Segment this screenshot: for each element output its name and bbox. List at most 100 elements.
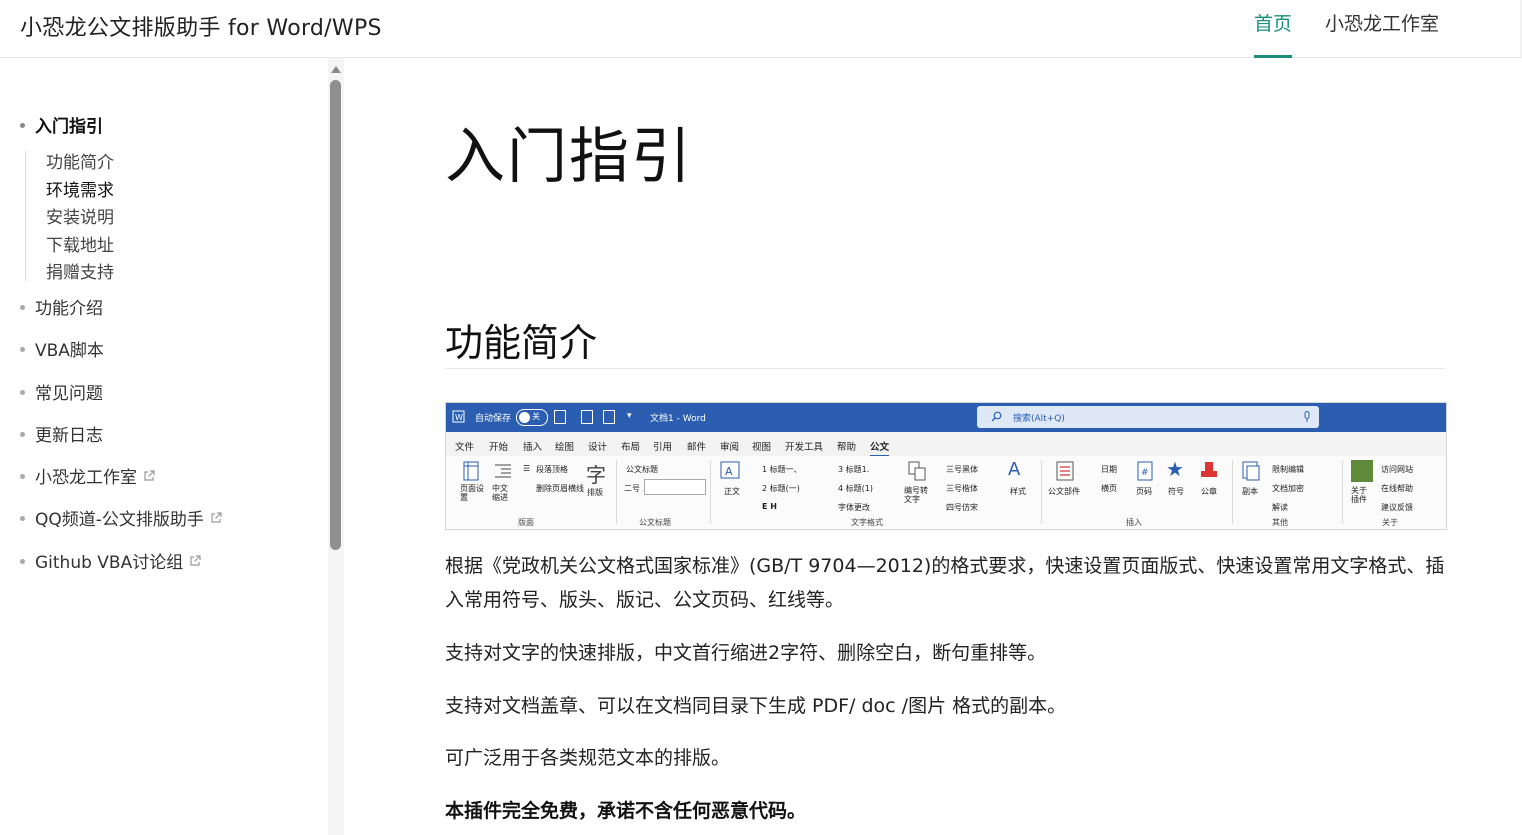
tab-help[interactable]: 帮助 [837, 439, 856, 453]
group-divider [1342, 460, 1343, 524]
word-titlebar: W 自动保存 关 ▾ 文档1 - Word 搜索(Alt+Q) [446, 403, 1446, 432]
document-title: 文档1 - Word [650, 414, 706, 424]
sidebar-subitem-install[interactable]: 安装说明 [46, 203, 114, 228]
sidebar-item-studio[interactable]: 小恐龙工作室 [20, 463, 155, 488]
style-button[interactable]: 样式 [1010, 486, 1026, 497]
ribbon-tabs: 文件 开始 插入 绘图 设计 布局 引用 邮件 审阅 视图 开发工具 帮助 公文 [446, 432, 1446, 457]
stamp-button[interactable]: 公章 [1201, 486, 1217, 497]
sidebar-scroll-thumb[interactable] [330, 80, 341, 550]
sidebar-item-getting-started[interactable]: 入门指引 [20, 112, 103, 137]
save-icon[interactable] [554, 410, 566, 424]
external-link-icon [190, 555, 201, 566]
open-doc-icon[interactable] [603, 410, 615, 424]
stamp-icon [1201, 462, 1217, 477]
visit-site-button[interactable]: 访问网站 [1381, 464, 1413, 475]
bullet-icon [20, 473, 25, 479]
group-label-about: 关于 [1382, 518, 1398, 527]
page-setup-button[interactable]: 页面设置 [460, 484, 484, 502]
tab-review[interactable]: 审阅 [720, 439, 739, 453]
tab-file[interactable]: 文件 [455, 439, 474, 453]
word-ribbon-screenshot: W 自动保存 关 ▾ 文档1 - Word 搜索(Alt+Q) 文件 开始 插入… [445, 402, 1447, 530]
sidebar-subitem-intro[interactable]: 功能简介 [46, 148, 114, 173]
encrypt-button[interactable]: 文档加密 [1272, 483, 1304, 494]
feature-paragraph: 支持对文字的快速排版，中文首行缩进2字符、删除空白，断句重排等。 [445, 642, 1047, 664]
bullet-icon [20, 346, 25, 352]
word-logo-icon: W [452, 410, 465, 423]
nav-home[interactable]: 首页 [1254, 0, 1293, 58]
online-help-button[interactable]: 在线帮助 [1381, 483, 1413, 494]
heading2-button[interactable]: 2 标题(一) [762, 483, 800, 494]
indent-button[interactable]: 中文缩进 [492, 484, 514, 502]
tab-developer[interactable]: 开发工具 [785, 439, 823, 453]
sidebar-item-vba[interactable]: VBA脚本 [20, 336, 104, 361]
site-title[interactable]: 小恐龙公文排版助手 for Word/WPS [20, 10, 382, 42]
sidebar-item-faq[interactable]: 常见问题 [20, 379, 103, 404]
date-button[interactable]: 日期 [1101, 464, 1117, 475]
heading4-button[interactable]: 4 标题(1) [838, 483, 873, 494]
tab-official-doc[interactable]: 公文 [870, 439, 890, 457]
official-title-button[interactable]: 公文标题 [626, 464, 658, 475]
scroll-up-arrow-icon[interactable] [331, 66, 341, 73]
bold-italic-buttons[interactable]: E H [762, 502, 777, 511]
tab-insert[interactable]: 插入 [523, 439, 542, 453]
sidebar-item-qq-channel[interactable]: QQ频道-公文排版助手 [20, 505, 222, 530]
heading3-button[interactable]: 3 标题1. [838, 464, 869, 475]
landscape-button[interactable]: 横页 [1101, 483, 1117, 494]
heading4-label: 标题(1) [845, 484, 873, 493]
microphone-icon[interactable] [1303, 411, 1311, 423]
autosave-toggle[interactable]: 关 [516, 409, 548, 426]
section-heading: 功能简介 [445, 321, 598, 365]
doc-parts-button[interactable]: 公文部件 [1048, 486, 1080, 497]
heading1-button[interactable]: 1 标题一、 [762, 464, 802, 475]
tab-layout[interactable]: 布局 [621, 439, 640, 453]
bullet-icon [20, 389, 25, 395]
font-change-button[interactable]: 字体更改 [838, 502, 870, 513]
delete-header-line-button[interactable]: 删除页眉横线 [536, 483, 584, 494]
tab-design[interactable]: 设计 [588, 439, 607, 453]
font-kai-button[interactable]: 三号楷体 [946, 483, 978, 494]
search-icon [991, 411, 1002, 422]
body-button[interactable]: 正文 [724, 486, 740, 497]
nav-studio[interactable]: 小恐龙工作室 [1325, 0, 1439, 57]
numbering-button[interactable]: 编号转文字 [904, 486, 932, 504]
layout-char-icon: 字 [586, 463, 606, 487]
tab-mailings[interactable]: 邮件 [687, 439, 706, 453]
group-label-layout: 版面 [518, 518, 534, 527]
unlock-button[interactable]: 解读 [1272, 502, 1288, 513]
font-fang-button[interactable]: 四号仿宋 [946, 502, 978, 513]
feature-paragraph: 可广泛用于各类规范文本的排版。 [445, 747, 731, 769]
sidebar-item-features[interactable]: 功能介绍 [20, 294, 103, 319]
tab-draw[interactable]: 绘图 [555, 439, 574, 453]
page-number-button[interactable]: 页码 [1136, 486, 1152, 497]
heading1-label: 标题一、 [769, 465, 802, 474]
new-doc-icon[interactable] [581, 410, 593, 424]
sidebar-subitem-download[interactable]: 下载地址 [46, 231, 114, 256]
sidebar-item-github[interactable]: Github VBA讨论组 [20, 548, 201, 573]
feedback-button[interactable]: 建议反馈 [1381, 502, 1413, 513]
qat-dropdown-icon[interactable]: ▾ [627, 411, 632, 421]
group-divider [1232, 460, 1233, 524]
page-number-icon: # [1137, 461, 1153, 481]
group-divider [710, 460, 711, 524]
sidebar-subitem-requirements[interactable]: 环境需求 [46, 176, 114, 201]
svg-text:#: # [1141, 468, 1149, 478]
group-label-text-format: 文字格式 [851, 518, 883, 527]
para-top-button[interactable]: 段落顶格 [536, 464, 568, 475]
copy-button[interactable]: 副本 [1242, 486, 1258, 497]
sidebar-item-changelog[interactable]: 更新日志 [20, 421, 103, 446]
font-hei-button[interactable]: 三号黑体 [946, 464, 978, 475]
group-label-official-title: 公文标题 [639, 518, 671, 527]
sidebar-subitem-donate[interactable]: 捐赠支持 [46, 258, 114, 283]
about-plugin-button[interactable]: 关于插件 [1351, 486, 1373, 504]
tab-view[interactable]: 视图 [752, 439, 771, 453]
tab-references[interactable]: 引用 [653, 439, 672, 453]
font-size-select[interactable] [644, 479, 706, 495]
layout-button[interactable]: 排版 [587, 487, 603, 498]
symbol-button[interactable]: 符号 [1168, 486, 1184, 497]
sidebar-item-label: 功能介绍 [35, 299, 103, 319]
word-search-box[interactable]: 搜索(Alt+Q) [977, 406, 1319, 428]
heading-divider [445, 368, 1445, 369]
bullet-icon [20, 304, 25, 310]
restrict-edit-button[interactable]: 限制编辑 [1272, 464, 1304, 475]
tab-home[interactable]: 开始 [489, 439, 508, 453]
